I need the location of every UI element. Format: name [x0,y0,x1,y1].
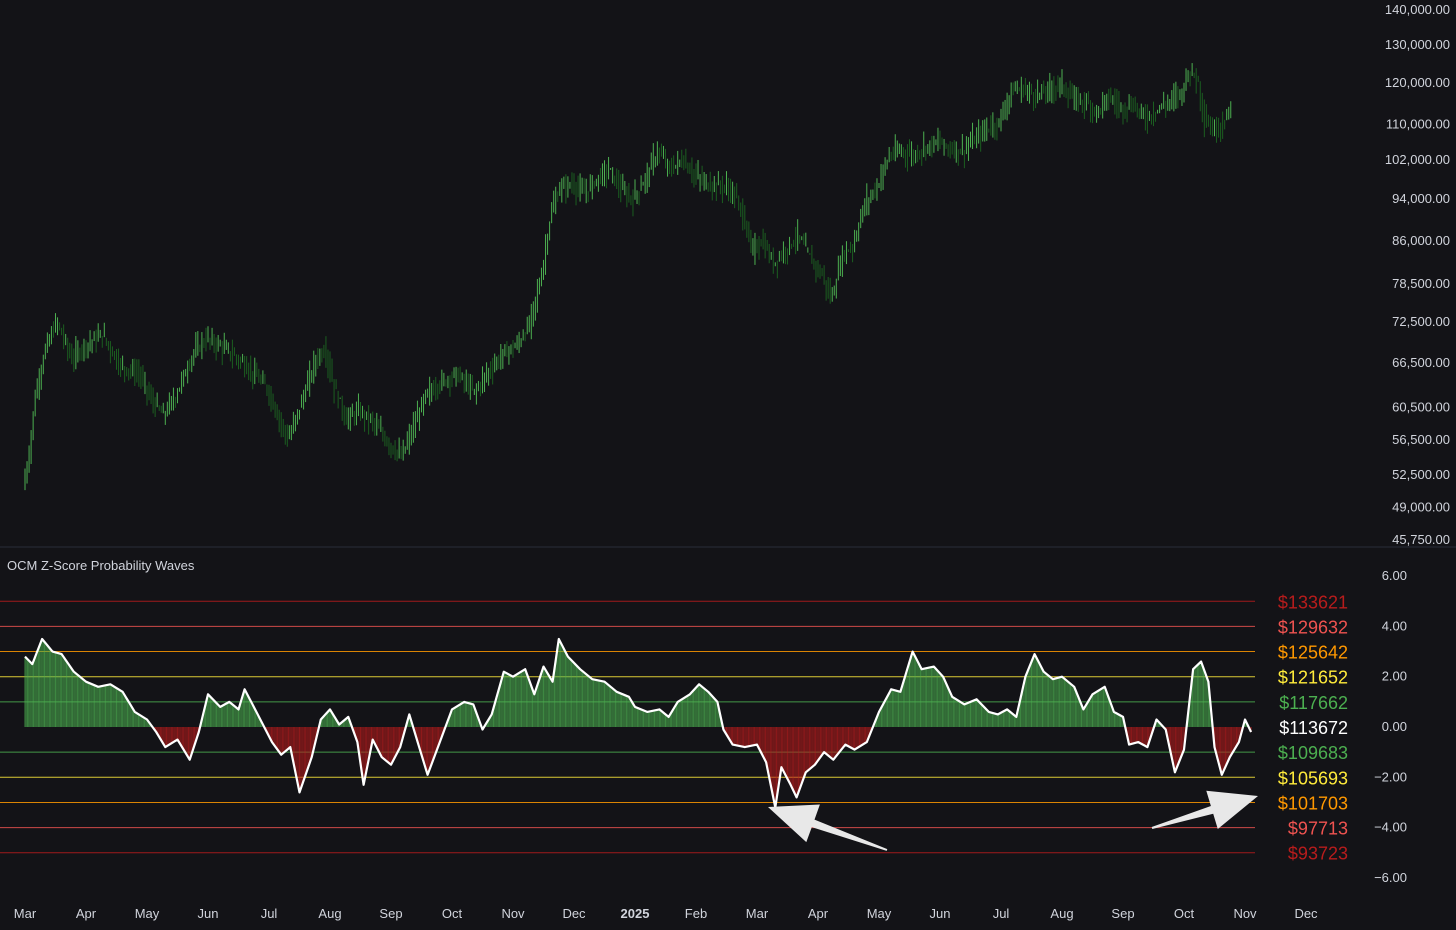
price-axis-tick: 52,500.00 [1392,467,1450,482]
zscore-band-price-label: $125642 [1278,643,1348,663]
zscore-band-price-label: $117662 [1279,693,1348,713]
zscore-band-price-label: $113672 [1279,718,1348,738]
price-axis-tick: 49,000.00 [1392,499,1450,514]
time-axis-label: Aug [318,906,341,921]
time-axis-label: Mar [14,906,37,921]
time-axis-label: Mar [746,906,769,921]
price-axis-tick: 140,000.00 [1385,2,1450,17]
zscore-band-price-label: $93723 [1288,844,1348,864]
time-axis-label: Oct [1174,906,1195,921]
time-axis-label: Dec [1294,906,1318,921]
time-axis-label: May [867,906,892,921]
indicator-axis-tick: 4.00 [1382,618,1407,633]
time-axis-label: Jun [198,906,219,921]
price-axis-tick: 110,000.00 [1386,116,1450,131]
indicator-title: OCM Z-Score Probability Waves [7,558,195,573]
time-axis-label: May [135,906,160,921]
price-axis-tick: 66,500.00 [1392,355,1450,370]
price-axis-tick: 86,000.00 [1392,233,1450,248]
price-axis-tick: 45,750.00 [1392,532,1450,547]
time-axis-label: Jul [993,906,1010,921]
time-axis-label: Nov [1233,906,1257,921]
zscore-band-price-label: $133621 [1278,592,1348,612]
time-axis-label: 2025 [621,906,650,921]
indicator-axis-tick: 6.00 [1382,568,1407,583]
indicator-axis-tick: −6.00 [1374,870,1407,885]
time-axis-label: Jul [261,906,278,921]
price-axis-tick: 72,500.00 [1392,314,1450,329]
zscore-band-price-label: $109683 [1278,743,1348,763]
price-axis-tick: 120,000.00 [1385,75,1450,90]
chart-canvas[interactable]: OCM Z-Score Probability Waves $133621 $12… [0,0,1456,925]
zscore-band-price-label: $129632 [1278,617,1348,637]
zscore-band-price-label: $97713 [1288,819,1348,839]
time-axis-label: Oct [442,906,463,921]
price-axis-tick: 130,000.00 [1385,37,1450,52]
price-axis-tick: 94,000.00 [1392,191,1450,206]
price-axis-tick: 60,500.00 [1392,400,1450,415]
indicator-axis-tick: 2.00 [1382,669,1407,684]
price-axis-tick: 102,000.00 [1385,152,1450,167]
indicator-axis-tick: 0.00 [1382,719,1407,734]
zscore-band-price-label: $101703 [1278,793,1348,813]
time-axis-label: Sep [1111,906,1134,921]
price-axis-tick: 56,500.00 [1392,432,1450,447]
time-axis-label: Apr [76,906,97,921]
zscore-band-price-label: $121652 [1278,668,1348,688]
zscore-band-price-label: $105693 [1278,768,1348,788]
price-axis-tick: 78,500.00 [1392,276,1450,291]
time-axis-label: Nov [501,906,525,921]
tradingview-chart[interactable]: OCM Z-Score Probability Waves $133621 $12… [0,0,1456,925]
time-axis-label: Dec [562,906,586,921]
indicator-axis-tick: −4.00 [1374,820,1407,835]
indicator-axis-tick: −2.00 [1374,769,1407,784]
time-axis-label: Feb [685,906,707,921]
time-axis-label: Aug [1050,906,1073,921]
time-axis-label: Jun [930,906,951,921]
time-axis-label: Sep [379,906,402,921]
time-axis-label: Apr [808,906,829,921]
